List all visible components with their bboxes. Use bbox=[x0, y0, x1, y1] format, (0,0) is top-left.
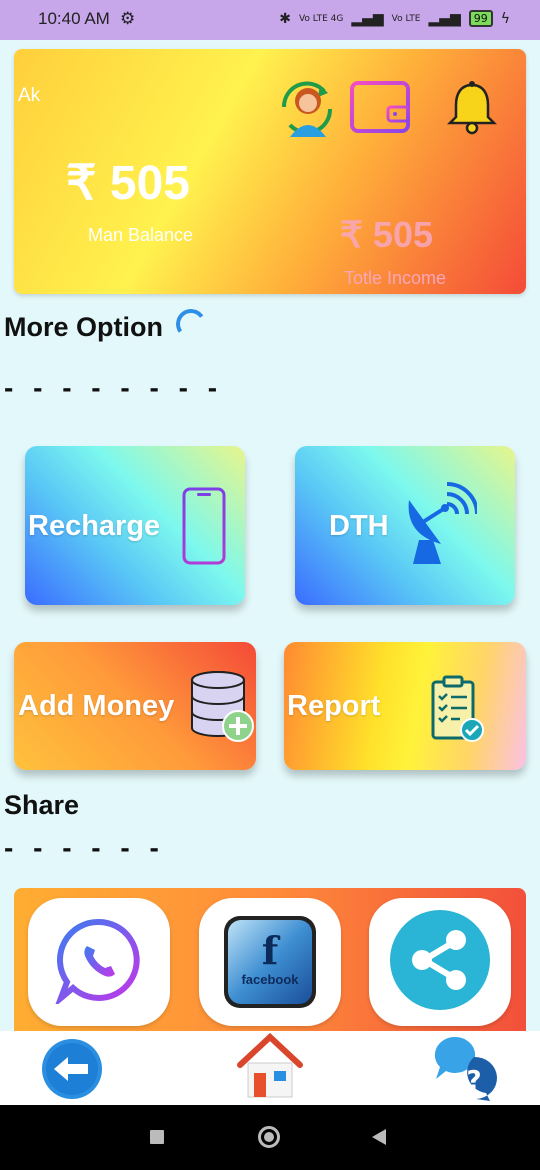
satellite-dish-icon bbox=[401, 478, 479, 572]
share-title: Share bbox=[4, 790, 80, 820]
add-money-button[interactable]: Add Money bbox=[14, 642, 256, 770]
svg-text:f: f bbox=[262, 928, 281, 973]
dth-label: DTH bbox=[329, 510, 389, 542]
whatsapp-icon bbox=[54, 916, 143, 1008]
wallet-icon[interactable] bbox=[348, 79, 412, 139]
battery-icon: 99 bbox=[468, 10, 493, 27]
home-circle-icon[interactable] bbox=[258, 1126, 280, 1148]
recharge-label: Recharge bbox=[28, 510, 161, 542]
recent-apps-icon[interactable] bbox=[150, 1130, 164, 1144]
status-time: 10:40 AM bbox=[38, 9, 110, 28]
back-icon[interactable] bbox=[40, 1037, 104, 1105]
profile-refresh-icon[interactable] bbox=[276, 77, 338, 143]
whatsapp-share-button[interactable] bbox=[28, 898, 170, 1026]
share-divider: - - - - - - bbox=[4, 832, 165, 863]
network-2-label: Vo LTE bbox=[391, 13, 421, 24]
share-button[interactable] bbox=[369, 898, 511, 1026]
clipboard-check-icon bbox=[430, 674, 486, 748]
wallet-card: Ak ₹ 505 Man Balance ₹ 505 Totle Income bbox=[14, 49, 526, 294]
report-label: Report bbox=[287, 690, 381, 722]
facebook-share-button[interactable]: f facebook bbox=[199, 898, 341, 1026]
charging-icon: ϟ bbox=[500, 10, 510, 27]
home-icon[interactable] bbox=[236, 1032, 304, 1103]
bell-icon[interactable] bbox=[444, 79, 500, 139]
user-name: Ak bbox=[18, 85, 41, 106]
facebook-text: facebook bbox=[241, 972, 299, 987]
svg-text:?: ? bbox=[466, 1066, 481, 1096]
bluetooth-icon: ✱ bbox=[279, 10, 291, 27]
system-back-icon[interactable] bbox=[372, 1129, 386, 1145]
settings-gear-icon: ⚙ bbox=[120, 9, 136, 29]
more-option-divider: - - - - - - - - bbox=[4, 372, 224, 403]
total-income-amount: ₹ 505 bbox=[340, 214, 433, 255]
facebook-icon: f facebook bbox=[222, 914, 318, 1010]
phone-icon bbox=[181, 486, 227, 570]
system-nav-bar bbox=[0, 1105, 540, 1170]
database-add-icon bbox=[190, 670, 256, 748]
signal-icon: ▂▄▆ bbox=[351, 10, 384, 27]
help-chat-icon[interactable]: ? bbox=[432, 1035, 502, 1107]
dth-button[interactable]: DTH bbox=[295, 446, 515, 605]
loading-spinner-icon bbox=[173, 306, 209, 342]
add-money-label: Add Money bbox=[18, 690, 175, 722]
more-option-title: More Option bbox=[4, 312, 163, 342]
main-balance-label: Man Balance bbox=[88, 225, 194, 245]
share-icon bbox=[388, 908, 492, 1016]
recharge-button[interactable]: Recharge bbox=[25, 446, 245, 605]
network-1-label: Vo LTE 4G bbox=[298, 13, 344, 24]
bottom-nav: ? bbox=[0, 1031, 540, 1105]
signal-icon-2: ▂▄▆ bbox=[428, 10, 461, 27]
total-income-label: Totle Income bbox=[344, 268, 447, 288]
status-icons: ✱ Vo LTE 4G ▂▄▆ Vo LTE ▂▄▆ 99 ϟ bbox=[279, 10, 510, 27]
main-balance-amount: ₹ 505 bbox=[66, 157, 190, 210]
status-bar: 10:40 AM ⚙ ✱ Vo LTE 4G ▂▄▆ Vo LTE ▂▄▆ 99… bbox=[0, 0, 540, 40]
report-button[interactable]: Report bbox=[284, 642, 526, 770]
